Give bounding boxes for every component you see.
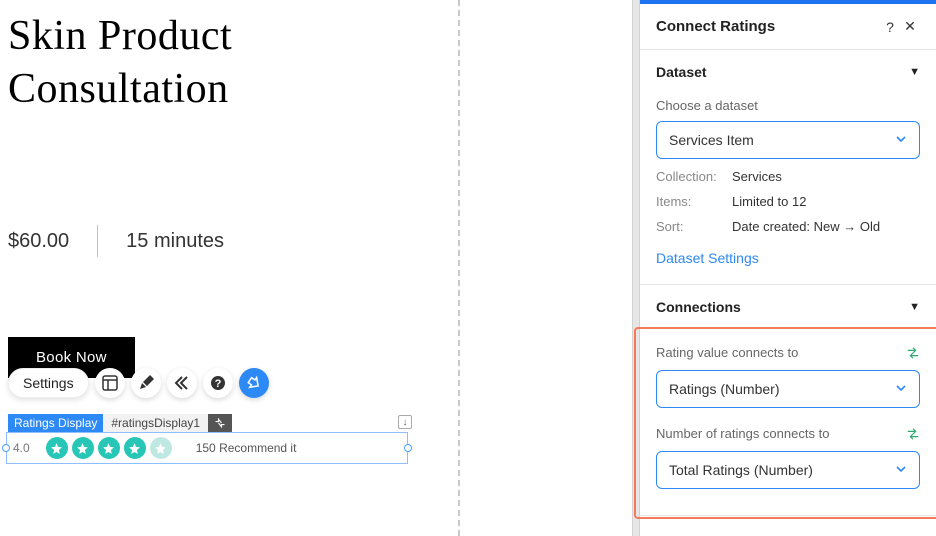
help-icon[interactable]: ?	[880, 19, 900, 35]
connections-section-header[interactable]: Connections ▼	[640, 285, 936, 329]
connect-data-icon[interactable]	[239, 368, 269, 398]
canvas-guide-line	[458, 0, 460, 536]
items-row: Items: Limited to 12	[656, 194, 920, 209]
choose-dataset-label: Choose a dataset	[656, 98, 920, 113]
animation-icon[interactable]	[167, 368, 197, 398]
star-icon	[98, 437, 120, 459]
star-icon	[46, 437, 68, 459]
dataset-section-body: Choose a dataset Services Item Collectio…	[640, 86, 936, 284]
ratings-count-text: 150 Recommend it	[196, 441, 297, 455]
chevron-down-icon	[895, 381, 907, 397]
num-ratings-dropdown[interactable]: Total Ratings (Number)	[656, 451, 920, 489]
rating-value-text: 4.0	[13, 441, 30, 455]
star-row	[46, 437, 172, 459]
panel-resize-gutter[interactable]	[632, 0, 640, 536]
ratings-display-widget[interactable]: ↓ 4.0 150 Recommend it	[6, 432, 408, 464]
dataset-dropdown-value: Services Item	[669, 132, 754, 148]
settings-button[interactable]: Settings	[8, 368, 89, 398]
component-tag: Ratings Display #ratingsDisplay1	[8, 414, 232, 432]
component-connected-icon[interactable]	[208, 414, 232, 432]
rating-value-dropdown[interactable]: Ratings (Number)	[656, 370, 920, 408]
rating-value-label: Rating value connects to	[656, 345, 798, 360]
component-type-label: Ratings Display	[8, 414, 103, 432]
component-toolbar: Settings ?	[8, 368, 269, 398]
dataset-section-header[interactable]: Dataset ▼	[640, 50, 936, 86]
dataset-section: Dataset ▼ Choose a dataset Services Item…	[640, 50, 936, 285]
rotate-handle[interactable]: ↓	[398, 415, 412, 429]
star-icon	[72, 437, 94, 459]
chevron-down-icon	[895, 462, 907, 478]
design-icon[interactable]	[131, 368, 161, 398]
star-icon	[124, 437, 146, 459]
swap-icon[interactable]	[906, 427, 920, 441]
component-id-label: #ratingsDisplay1	[103, 414, 208, 432]
num-ratings-dropdown-value: Total Ratings (Number)	[669, 462, 813, 478]
svg-text:?: ?	[214, 378, 221, 390]
dataset-dropdown[interactable]: Services Item	[656, 121, 920, 159]
connections-section: Connections ▼ Rating value connects to R…	[640, 285, 936, 516]
connections-section-title: Connections	[656, 299, 741, 315]
rating-value-dropdown-value: Ratings (Number)	[669, 381, 779, 397]
chevron-down-icon: ▼	[909, 301, 920, 313]
price-duration-row: $60.00 15 minutes	[8, 225, 624, 257]
star-icon-empty	[150, 437, 172, 459]
editor-canvas: Skin Product Consultation $60.00 15 minu…	[0, 0, 632, 536]
close-icon[interactable]: ✕	[900, 18, 920, 35]
num-ratings-field: Number of ratings connects to Total Rati…	[656, 426, 920, 489]
chevron-down-icon	[895, 132, 907, 148]
help-icon[interactable]: ?	[203, 368, 233, 398]
collection-row: Collection: Services	[656, 169, 920, 184]
dataset-settings-link[interactable]: Dataset Settings	[656, 250, 920, 266]
connections-section-body: Rating value connects to Ratings (Number…	[640, 329, 936, 515]
dataset-section-title: Dataset	[656, 64, 707, 80]
num-ratings-label: Number of ratings connects to	[656, 426, 829, 441]
rating-value-field: Rating value connects to Ratings (Number…	[656, 345, 920, 408]
price-text: $60.00	[8, 230, 69, 253]
panel-header: Connect Ratings ? ✕	[640, 4, 936, 50]
swap-icon[interactable]	[906, 346, 920, 360]
panel-title: Connect Ratings	[656, 18, 880, 35]
title-line-2: Consultation	[8, 66, 229, 112]
resize-handle-left[interactable]	[2, 444, 10, 452]
resize-handle-right[interactable]	[404, 444, 412, 452]
layout-icon[interactable]	[95, 368, 125, 398]
chevron-down-icon: ▼	[909, 66, 920, 78]
connect-panel: Connect Ratings ? ✕ Dataset ▼ Choose a d…	[640, 0, 936, 536]
vertical-divider	[97, 225, 98, 257]
title-line-1: Skin Product	[8, 13, 232, 59]
duration-text: 15 minutes	[126, 230, 224, 253]
page-title: Skin Product Consultation	[8, 10, 624, 115]
sort-row: Sort: Date created: New → Old	[656, 219, 920, 234]
